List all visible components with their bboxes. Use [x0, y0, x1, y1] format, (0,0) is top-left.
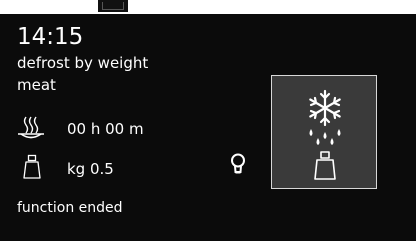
duration-value: 00 h 00 m: [67, 120, 144, 138]
top-tab: [98, 0, 128, 12]
weight-icon: [22, 154, 42, 184]
status-message: function ended: [17, 200, 123, 216]
oven-display: 14:15 defrost by weight meat 00 h 00 m k…: [0, 14, 416, 241]
top-bezel: [0, 0, 416, 14]
light-bulb-icon[interactable]: [229, 153, 247, 179]
clock-time: 14:15: [17, 24, 84, 50]
heating-dish-icon: [16, 114, 46, 146]
weight-value: kg 0.5: [67, 160, 114, 178]
program-name: defrost by weight: [17, 54, 149, 72]
defrost-snowflake-weight-icon: [309, 89, 341, 180]
defrost-function-box[interactable]: [271, 75, 377, 189]
food-type: meat: [17, 76, 56, 94]
